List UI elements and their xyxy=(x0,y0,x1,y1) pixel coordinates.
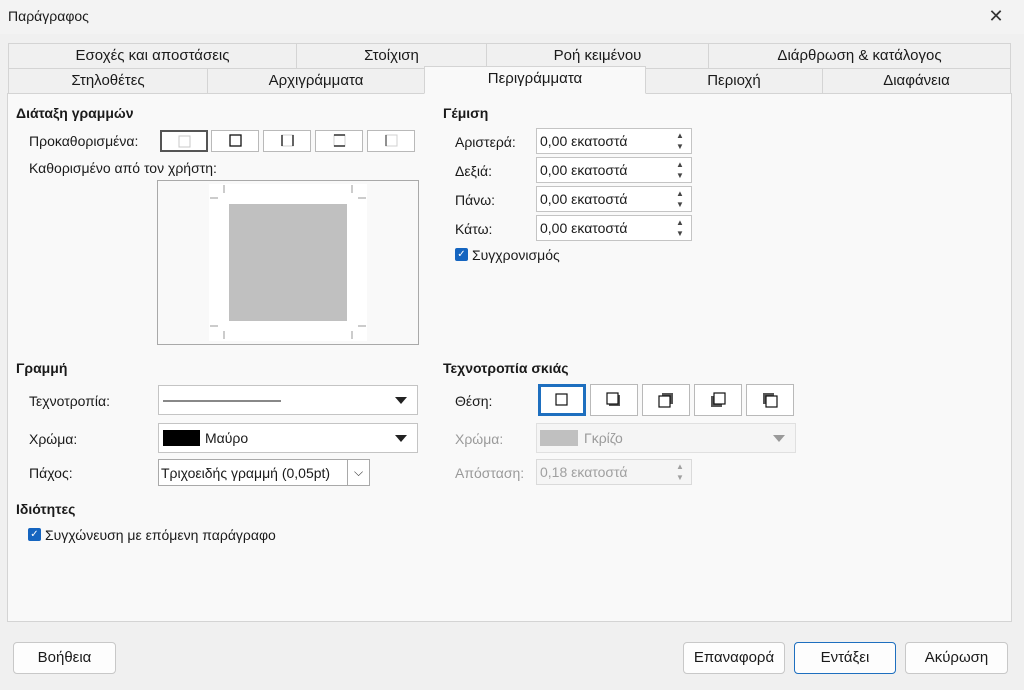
padding-top-field[interactable]: 0,00 εκατοστά ▲ ▼ xyxy=(536,186,692,212)
line-width-label: Πάχος: xyxy=(29,465,73,481)
preset-left-border[interactable] xyxy=(367,130,415,152)
tab-drop-caps[interactable]: Αρχιγράμματα xyxy=(207,68,425,94)
tab-outline-list[interactable]: Διάρθρωση & κατάλογος xyxy=(708,43,1011,69)
padding-top-value: 0,00 εκατοστά xyxy=(540,191,628,207)
shadow-distance-label: Απόσταση: xyxy=(455,465,525,481)
close-icon[interactable]: ✕ xyxy=(976,2,1016,30)
shadow-top-left-button[interactable] xyxy=(746,384,794,416)
shadow-bottom-right-button[interactable] xyxy=(590,384,638,416)
chevron-down-icon: ⌵ xyxy=(347,460,369,485)
shadow-bottom-right-icon xyxy=(606,392,620,406)
tab-label: Εσοχές και αποστάσεις xyxy=(75,47,230,64)
line-color-select[interactable]: Μαύρο xyxy=(158,423,418,453)
spin-down-icon[interactable]: ▼ xyxy=(670,141,690,152)
tab-tabs[interactable]: Στηλοθέτες xyxy=(8,68,208,94)
chevron-down-icon xyxy=(395,435,407,442)
user-defined-label: Καθορισμένο από τον χρήστη: xyxy=(29,160,217,176)
help-button[interactable]: Βοήθεια xyxy=(13,642,116,674)
border-preview[interactable] xyxy=(157,180,419,345)
preview-fill xyxy=(229,204,347,321)
line-style-preview xyxy=(163,400,281,402)
line-width-value: Τριχοειδής γραμμή (0,05pt) xyxy=(161,465,331,481)
line-width-select[interactable]: Τριχοειδής γραμμή (0,05pt) ⌵ xyxy=(158,459,370,486)
spin-up-icon[interactable]: ▲ xyxy=(670,461,690,472)
window-title: Παράγραφος xyxy=(8,8,89,24)
color-swatch xyxy=(540,430,578,446)
presets-label: Προκαθορισμένα: xyxy=(29,133,139,149)
preset-outer-border[interactable] xyxy=(211,130,259,152)
chevron-down-icon xyxy=(395,397,407,404)
line-title: Γραμμή xyxy=(16,360,68,376)
padding-bottom-value: 0,00 εκατοστά xyxy=(540,220,628,236)
spin-up-icon[interactable]: ▲ xyxy=(670,188,690,199)
shadow-top-right-icon xyxy=(658,393,673,408)
spin-up-icon[interactable]: ▲ xyxy=(670,159,690,170)
preset-left-right-borders[interactable] xyxy=(263,130,311,152)
tab-borders[interactable]: Περιγράμματα xyxy=(424,66,646,94)
spin-down-icon[interactable]: ▼ xyxy=(670,472,690,483)
shadow-color-value: Γκρίζο xyxy=(584,430,623,446)
line-arrangement-title: Διάταξη γραμμών xyxy=(16,105,134,121)
tab-transparency[interactable]: Διαφάνεια xyxy=(822,68,1011,94)
cancel-button[interactable]: Ακύρωση xyxy=(905,642,1008,674)
merge-label: Συγχώνευση με επόμενη παράγραφο xyxy=(45,527,276,543)
shadow-color-select[interactable]: Γκρίζο xyxy=(536,423,796,453)
spin-down-icon[interactable]: ▼ xyxy=(670,199,690,210)
padding-title: Γέμιση xyxy=(443,105,489,121)
tab-label: Στηλοθέτες xyxy=(71,72,145,89)
padding-left-value: 0,00 εκατοστά xyxy=(540,133,628,149)
padding-left-label: Αριστερά: xyxy=(455,134,516,150)
merge-checkbox[interactable]: ✓ xyxy=(28,528,41,541)
padding-right-value: 0,00 εκατοστά xyxy=(540,162,628,178)
shadow-bottom-left-button[interactable] xyxy=(694,384,742,416)
spin-down-icon[interactable]: ▼ xyxy=(670,228,690,239)
sync-checkbox[interactable]: ✓ xyxy=(455,248,468,261)
tab-label: Περιοχή xyxy=(707,72,761,89)
tab-area[interactable]: Περιοχή xyxy=(645,68,823,94)
preset-no-borders[interactable] xyxy=(160,130,208,152)
shadow-position-label: Θέση: xyxy=(455,393,493,409)
spin-down-icon[interactable]: ▼ xyxy=(670,170,690,181)
line-color-label: Χρώμα: xyxy=(29,431,78,447)
color-swatch xyxy=(163,430,200,446)
shadow-top-right-button[interactable] xyxy=(642,384,690,416)
tab-label: Διάρθρωση & κατάλογος xyxy=(777,47,942,64)
padding-top-label: Πάνω: xyxy=(455,192,496,208)
chevron-down-icon xyxy=(773,435,785,442)
shadow-top-left-icon xyxy=(763,393,778,408)
reset-button[interactable]: Επαναφορά xyxy=(683,642,785,674)
tab-label: Στοίχιση xyxy=(364,47,419,64)
line-color-value: Μαύρο xyxy=(205,430,249,446)
tab-indents-spacing[interactable]: Εσοχές και αποστάσεις xyxy=(8,43,297,69)
shadow-distance-value: 0,18 εκατοστά xyxy=(540,464,628,480)
shadow-distance-field[interactable]: 0,18 εκατοστά ▲ ▼ xyxy=(536,459,692,485)
shadow-none-button[interactable] xyxy=(538,384,586,416)
spin-up-icon[interactable]: ▲ xyxy=(670,217,690,228)
tab-label: Διαφάνεια xyxy=(883,72,950,89)
padding-right-field[interactable]: 0,00 εκατοστά ▲ ▼ xyxy=(536,157,692,183)
padding-bottom-field[interactable]: 0,00 εκατοστά ▲ ▼ xyxy=(536,215,692,241)
padding-left-field[interactable]: 0,00 εκατοστά ▲ ▼ xyxy=(536,128,692,154)
padding-right-label: Δεξιά: xyxy=(455,163,492,179)
line-style-select[interactable] xyxy=(158,385,418,415)
tab-label: Ροή κειμένου xyxy=(553,47,642,64)
preset-top-bottom-borders[interactable] xyxy=(315,130,363,152)
shadow-bottom-left-icon xyxy=(711,392,726,407)
properties-title: Ιδιότητες xyxy=(16,501,76,517)
shadow-color-label: Χρώμα: xyxy=(455,431,504,447)
line-style-label: Τεχνοτροπία: xyxy=(29,393,111,409)
ok-button[interactable]: Εντάξει xyxy=(794,642,896,674)
tab-label: Αρχιγράμματα xyxy=(268,72,364,89)
spin-up-icon[interactable]: ▲ xyxy=(670,130,690,141)
padding-bottom-label: Κάτω: xyxy=(455,221,493,237)
shadow-title: Τεχνοτροπία σκιάς xyxy=(443,360,569,376)
shadow-none-icon xyxy=(555,393,568,406)
tab-label: Περιγράμματα xyxy=(487,70,583,87)
sync-label: Συγχρονισμός xyxy=(472,247,560,263)
title-bar: Παράγραφος ✕ xyxy=(0,0,1024,34)
